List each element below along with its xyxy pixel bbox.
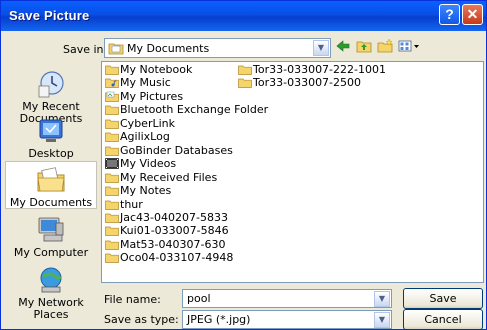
folder-icon <box>238 77 252 89</box>
folder-icon <box>105 212 119 223</box>
list-item[interactable]: GoBinder Databases <box>105 143 233 157</box>
back-arrow-icon[interactable] <box>334 39 352 57</box>
file-name: Tor33-033007-222-1001 <box>253 63 386 76</box>
file-name: My Notes <box>120 184 172 198</box>
folder-icon <box>105 64 119 75</box>
music-folder-icon <box>105 77 119 89</box>
save-picture-dialog: Save Picture ? ✕ Save in: My Documents ▼… <box>0 0 487 330</box>
list-item[interactable]: Tor33-033007-222-1001 <box>238 64 386 76</box>
file-name: My Music <box>120 76 171 90</box>
place-my-network-places[interactable]: My Network Places <box>5 265 97 321</box>
file-name: Kui01-033007-5846 <box>120 224 229 238</box>
up-one-level-icon[interactable] <box>355 39 373 57</box>
file-name-label: File name: <box>104 293 161 306</box>
folder-icon <box>105 199 119 210</box>
list-item[interactable]: Tor33-033007-2500 <box>238 77 361 89</box>
title-bar[interactable]: Save Picture ? ✕ <box>1 1 486 31</box>
save-as-type-label: Save as type: <box>104 313 179 326</box>
file-name: Oco04-033107-4948 <box>120 251 234 265</box>
file-name: AgilixLog <box>120 130 170 144</box>
place-my-documents[interactable]: My Documents <box>5 161 97 209</box>
file-name: Mat53-040307-630 <box>120 237 226 251</box>
list-item[interactable]: My Pictures <box>105 89 184 103</box>
save-as-type-dropdown[interactable]: JPEG (*.jpg) ▼ <box>182 310 392 329</box>
list-item[interactable]: AgilixLog <box>105 131 170 143</box>
file-name: Bluetooth Exchange Folder <box>120 103 269 117</box>
folder-icon <box>105 185 119 196</box>
file-name-input[interactable]: pool ▼ <box>182 289 392 308</box>
chevron-down-icon[interactable]: ▼ <box>313 40 329 56</box>
save-as-type-value: JPEG (*.jpg) <box>187 313 251 326</box>
chevron-down-icon[interactable]: ▼ <box>374 312 390 328</box>
file-name-value: pool <box>187 292 211 305</box>
folder-icon <box>238 64 252 75</box>
list-item[interactable]: My Notebook <box>105 64 192 76</box>
folder-icon <box>105 145 119 156</box>
save-in-dropdown[interactable]: My Documents ▼ <box>104 38 331 58</box>
folder-icon <box>105 172 119 183</box>
list-item[interactable]: My Received Files <box>105 170 218 184</box>
list-item[interactable]: thur <box>105 197 143 211</box>
list-item[interactable]: Jac43-040207-5833 <box>105 210 228 224</box>
folder-icon <box>105 118 119 129</box>
videos-folder-icon <box>105 158 119 169</box>
recent-documents-icon <box>36 69 66 99</box>
file-name: My Notebook <box>120 63 193 76</box>
file-name: My Videos <box>120 157 177 171</box>
place-my-computer[interactable]: My Computer <box>5 215 97 259</box>
list-item[interactable]: Oco04-033107-4948 <box>105 252 233 264</box>
folder-icon <box>105 131 119 143</box>
file-name: GoBinder Databases <box>120 143 233 157</box>
list-item[interactable]: My Music <box>105 77 171 89</box>
file-name: My Received Files <box>120 170 218 184</box>
cancel-button[interactable]: Cancel <box>403 309 483 330</box>
file-name: thur <box>120 197 143 211</box>
desktop-icon <box>36 116 66 146</box>
file-name: Tor33-033007-2500 <box>253 76 362 90</box>
my-documents-small-icon <box>108 41 124 58</box>
list-item[interactable]: My Videos <box>105 158 176 170</box>
close-button[interactable]: ✕ <box>462 4 483 25</box>
save-in-label: Save in: <box>63 43 108 56</box>
views-menu-icon[interactable] <box>397 39 423 57</box>
chevron-down-icon[interactable]: ▼ <box>374 291 390 307</box>
list-item[interactable]: Mat53-040307-630 <box>105 237 226 251</box>
my-documents-icon <box>36 165 66 195</box>
folder-icon <box>105 225 119 237</box>
my-computer-icon <box>36 215 66 245</box>
list-item[interactable]: CyberLink <box>105 116 175 130</box>
list-item[interactable]: Kui01-033007-5846 <box>105 225 229 237</box>
file-name: CyberLink <box>120 116 175 130</box>
file-list[interactable]: My Notebook My Music My Pictures Bluetooth … <box>101 61 484 283</box>
folder-icon <box>105 104 119 116</box>
save-in-value: My Documents <box>127 42 210 55</box>
place-label: My Documents <box>9 196 93 209</box>
file-name: My Pictures <box>120 89 184 103</box>
network-places-icon <box>36 265 66 295</box>
place-label: My Computer <box>13 246 89 259</box>
help-button[interactable]: ? <box>439 4 460 25</box>
list-item[interactable]: My Notes <box>105 185 171 197</box>
file-name: Jac43-040207-5833 <box>120 210 228 224</box>
save-button[interactable]: Save <box>403 288 483 309</box>
dialog-title: Save Picture <box>9 8 90 23</box>
pictures-folder-icon <box>105 91 119 102</box>
list-item[interactable]: Bluetooth Exchange Folder <box>105 104 268 116</box>
place-label: Desktop <box>28 147 74 160</box>
place-label: My Network Places <box>18 296 84 321</box>
new-folder-icon[interactable] <box>376 38 394 57</box>
place-desktop[interactable]: Desktop <box>5 116 97 160</box>
folder-icon <box>105 252 119 264</box>
folder-icon <box>105 239 119 250</box>
places-bar: My Recent Documents Desktop My Documents… <box>5 61 97 329</box>
